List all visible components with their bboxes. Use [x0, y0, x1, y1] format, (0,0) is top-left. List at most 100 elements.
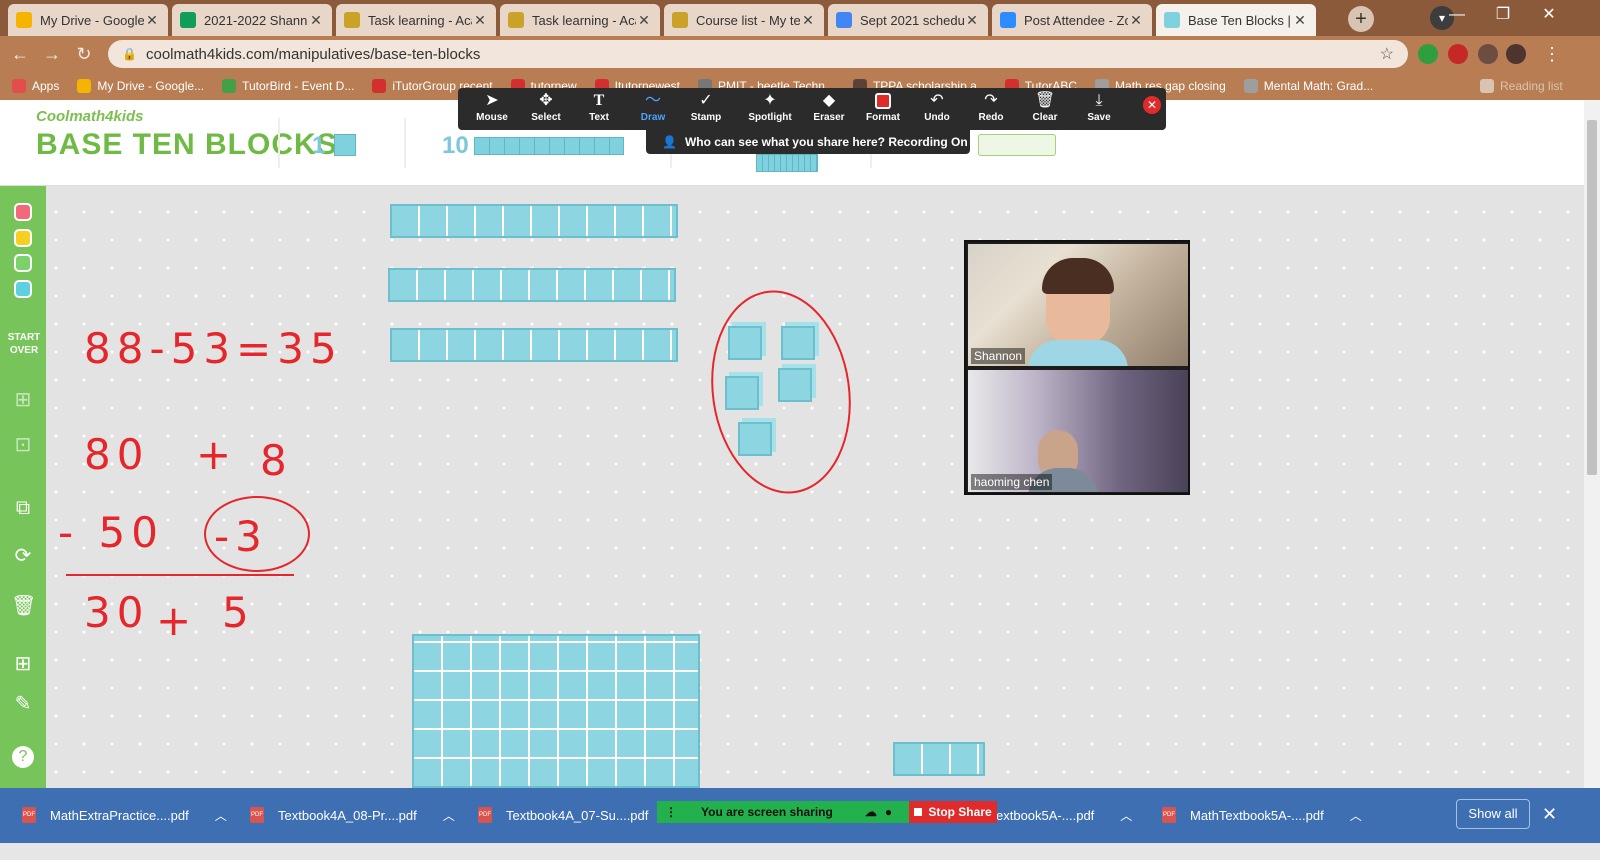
ruler-button[interactable] — [978, 134, 1056, 156]
reading-list[interactable]: Reading list — [1480, 79, 1563, 93]
color-red-button[interactable] — [14, 203, 32, 221]
rotate-icon[interactable]: ⟳ — [11, 544, 35, 568]
download-item[interactable]: extbook5A-....pdf ︿ — [996, 800, 1132, 830]
tab-title: Task learning - Aca — [532, 12, 636, 28]
back-icon[interactable]: ← — [8, 42, 32, 66]
tab-task-learning-1[interactable]: Task learning - Aca ✕ — [336, 4, 496, 36]
close-icon[interactable]: ✕ — [144, 12, 160, 29]
tab-task-learning-2[interactable]: Task learning - Aca ✕ — [500, 4, 660, 36]
close-icon[interactable]: ✕ — [1128, 12, 1144, 29]
close-annotation-icon[interactable]: ✕ — [1143, 96, 1161, 114]
help-icon[interactable]: ? — [12, 746, 34, 768]
close-icon[interactable]: ✕ — [472, 12, 488, 29]
start-over-button[interactable]: START OVER — [4, 331, 44, 357]
format-tool-button[interactable]: Format — [857, 90, 909, 128]
chevron-up-icon[interactable]: ︿ — [215, 807, 227, 824]
extensions-puzzle-icon[interactable] — [1478, 44, 1498, 64]
show-all-button[interactable]: Show all — [1456, 799, 1530, 829]
color-green-button[interactable] — [14, 254, 32, 272]
group-icon[interactable]: ⊞ — [11, 388, 35, 412]
tab-title: Task learning - Aca — [368, 12, 472, 28]
undo-button[interactable]: ↶ Undo — [911, 90, 963, 128]
ones-block-button[interactable] — [334, 134, 356, 156]
hundreds-block-button[interactable] — [756, 154, 818, 172]
extension-icon[interactable] — [1448, 44, 1468, 64]
stamp-tool-button[interactable]: ✓ Stamp — [680, 90, 732, 128]
tab-shannon-sheet[interactable]: 2021-2022 Shannon ✕ — [172, 4, 332, 36]
download-item[interactable]: PDF Textbook4A_08-Pr....pdf ︿ — [250, 800, 455, 830]
minimize-icon[interactable]: — — [1434, 0, 1480, 32]
three-cube-block[interactable] — [893, 742, 985, 776]
close-icon[interactable]: ✕ — [308, 12, 324, 29]
color-blue-button[interactable] — [14, 280, 32, 298]
download-item[interactable]: PDF MathExtraPractice....pdf ︿ — [22, 800, 227, 830]
google-drive-icon — [16, 12, 32, 28]
bookmark-item[interactable]: My Drive - Google... — [77, 79, 204, 93]
address-bar[interactable]: 🔒 coolmath4kids.com/manipulatives/base-t… — [108, 40, 1408, 68]
share-notice[interactable]: 👤 Who can see what you share here? Recor… — [646, 130, 970, 154]
tab-post-attendee[interactable]: Post Attendee - Zo ✕ — [992, 4, 1152, 36]
chevron-up-icon[interactable]: ︿ — [443, 807, 455, 824]
close-icon[interactable]: ✕ — [1292, 12, 1308, 29]
tab-my-drive[interactable]: My Drive - Google ✕ — [8, 4, 168, 36]
restore-icon[interactable]: ❐ — [1480, 0, 1526, 32]
stop-icon — [914, 808, 923, 816]
close-icon[interactable]: ✕ — [800, 12, 816, 29]
spotlight-tool-button[interactable]: ✦ Spotlight — [740, 90, 800, 128]
text-tool-button[interactable]: T Text — [573, 90, 625, 128]
duplicate-icon[interactable]: ⧉ — [11, 496, 35, 520]
trash-icon[interactable]: 🗑 — [11, 594, 36, 618]
ten-rod-block[interactable] — [390, 328, 678, 362]
color-yellow-button[interactable] — [14, 229, 32, 247]
coolmath-logo[interactable]: Coolmath4kids — [36, 108, 144, 125]
bookmark-item[interactable]: Mental Math: Grad... — [1243, 79, 1373, 93]
ten-rod-block[interactable] — [390, 204, 678, 238]
video-panel[interactable]: Shannon haoming chen — [964, 240, 1190, 495]
close-icon[interactable]: ✕ — [636, 12, 652, 29]
tab-course-list[interactable]: Course list - My tea ✕ — [664, 4, 824, 36]
ten-rod-block[interactable] — [388, 268, 676, 302]
bookmark-star-icon[interactable]: ☆ — [1380, 44, 1394, 64]
video-tile-haoming[interactable]: haoming chen — [968, 370, 1188, 492]
draw-tool-button[interactable]: 〜 Draw — [627, 90, 679, 128]
participant-name: Shannon — [971, 348, 1026, 364]
new-tab-button[interactable]: + — [1348, 6, 1374, 32]
download-item[interactable]: PDF MathTextbook5A-....pdf ︿ — [1162, 800, 1362, 830]
canvas-area[interactable]: Coolmath4kids BASE TEN BLOCKS 1 10 START… — [0, 100, 1584, 788]
menu-icon[interactable]: ⋮ — [1540, 42, 1564, 66]
video-tile-shannon[interactable]: Shannon — [968, 244, 1188, 366]
tutorbird-icon — [222, 79, 237, 93]
tab-sept-schedule[interactable]: Sept 2021 schedule ✕ — [828, 4, 988, 36]
window-close-icon[interactable]: ✕ — [1526, 0, 1572, 32]
bookmark-item[interactable]: Apps — [12, 79, 59, 93]
clear-button[interactable]: 🗑 Clear — [1019, 90, 1071, 128]
reload-icon[interactable]: ↻ — [72, 42, 96, 66]
drag-handle-icon[interactable]: ⋮ — [665, 805, 677, 819]
scrollbar-thumb[interactable] — [1587, 120, 1597, 475]
chevron-up-icon[interactable]: ︿ — [1120, 807, 1132, 824]
download-item[interactable]: PDF Textbook4A_07-Su....pdf — [478, 800, 648, 830]
extension-icon[interactable] — [1418, 44, 1438, 64]
chevron-up-icon[interactable]: ︿ — [1350, 807, 1362, 824]
mouse-tool-button[interactable]: ➤ Mouse — [466, 90, 518, 128]
redo-button[interactable]: ↷ Redo — [965, 90, 1017, 128]
save-button[interactable]: ⤓ Save — [1073, 90, 1125, 128]
eraser-icon: ◆ — [822, 92, 836, 109]
calculator-icon[interactable]: ⊞ — [11, 652, 35, 676]
pencil-icon[interactable]: ✎ — [11, 692, 35, 716]
tens-block-button[interactable] — [474, 137, 624, 155]
screen-sharing-indicator[interactable]: ⋮ You are screen sharing ☁ ● — [657, 801, 909, 823]
ungroup-icon[interactable]: ⊡ — [11, 433, 35, 457]
eraser-tool-button[interactable]: ◆ Eraser — [803, 90, 855, 128]
profile-avatar[interactable] — [1506, 44, 1526, 64]
tab-base-ten-blocks[interactable]: Base Ten Blocks | M ✕ — [1156, 4, 1316, 36]
bookmark-item[interactable]: TutorBird - Event D... — [222, 79, 354, 93]
stop-share-button[interactable]: Stop Share — [909, 801, 997, 823]
close-icon[interactable]: ✕ — [964, 12, 980, 29]
forward-icon[interactable]: → — [40, 42, 64, 66]
reading-list-label: Reading list — [1500, 79, 1563, 93]
hundred-flat-block[interactable] — [412, 634, 700, 788]
google-drive-icon — [77, 79, 92, 93]
select-tool-button[interactable]: ✥ Select — [520, 90, 572, 128]
close-icon[interactable]: ✕ — [1542, 804, 1557, 825]
